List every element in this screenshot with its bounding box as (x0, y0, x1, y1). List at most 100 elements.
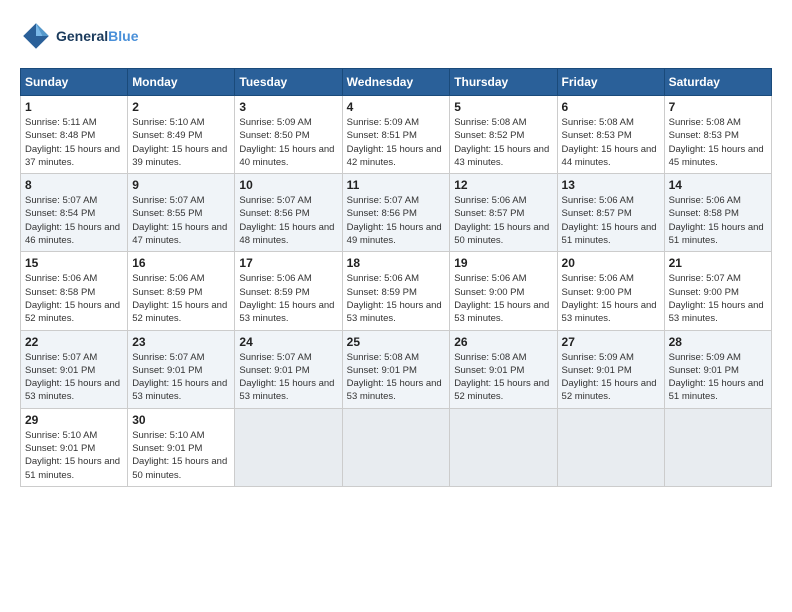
calendar-cell: 4 Sunrise: 5:09 AM Sunset: 8:51 PM Dayli… (342, 96, 450, 174)
calendar-week-row: 29 Sunrise: 5:10 AM Sunset: 9:01 PM Dayl… (21, 408, 772, 486)
calendar-cell: 24 Sunrise: 5:07 AM Sunset: 9:01 PM Dayl… (235, 330, 342, 408)
weekday-header-sunday: Sunday (21, 69, 128, 96)
day-info: Sunrise: 5:09 AM Sunset: 8:51 PM Dayligh… (347, 116, 446, 169)
day-number: 6 (562, 100, 660, 114)
day-info: Sunrise: 5:07 AM Sunset: 9:00 PM Dayligh… (669, 272, 767, 325)
day-info: Sunrise: 5:06 AM Sunset: 8:57 PM Dayligh… (562, 194, 660, 247)
day-info: Sunrise: 5:10 AM Sunset: 8:49 PM Dayligh… (132, 116, 230, 169)
calendar-cell: 10 Sunrise: 5:07 AM Sunset: 8:56 PM Dayl… (235, 174, 342, 252)
day-info: Sunrise: 5:07 AM Sunset: 9:01 PM Dayligh… (132, 351, 230, 404)
calendar-cell: 22 Sunrise: 5:07 AM Sunset: 9:01 PM Dayl… (21, 330, 128, 408)
day-number: 11 (347, 178, 446, 192)
day-info: Sunrise: 5:07 AM Sunset: 9:01 PM Dayligh… (239, 351, 337, 404)
day-info: Sunrise: 5:07 AM Sunset: 8:56 PM Dayligh… (239, 194, 337, 247)
weekday-header-saturday: Saturday (664, 69, 771, 96)
calendar-cell: 16 Sunrise: 5:06 AM Sunset: 8:59 PM Dayl… (128, 252, 235, 330)
weekday-header-tuesday: Tuesday (235, 69, 342, 96)
day-number: 30 (132, 413, 230, 427)
day-number: 13 (562, 178, 660, 192)
day-info: Sunrise: 5:09 AM Sunset: 9:01 PM Dayligh… (669, 351, 767, 404)
calendar-week-row: 8 Sunrise: 5:07 AM Sunset: 8:54 PM Dayli… (21, 174, 772, 252)
calendar-cell: 20 Sunrise: 5:06 AM Sunset: 9:00 PM Dayl… (557, 252, 664, 330)
calendar-cell: 28 Sunrise: 5:09 AM Sunset: 9:01 PM Dayl… (664, 330, 771, 408)
day-info: Sunrise: 5:08 AM Sunset: 8:52 PM Dayligh… (454, 116, 552, 169)
calendar-cell: 25 Sunrise: 5:08 AM Sunset: 9:01 PM Dayl… (342, 330, 450, 408)
calendar-cell: 27 Sunrise: 5:09 AM Sunset: 9:01 PM Dayl… (557, 330, 664, 408)
calendar-week-row: 1 Sunrise: 5:11 AM Sunset: 8:48 PM Dayli… (21, 96, 772, 174)
calendar-cell (342, 408, 450, 486)
calendar-cell: 3 Sunrise: 5:09 AM Sunset: 8:50 PM Dayli… (235, 96, 342, 174)
day-number: 19 (454, 256, 552, 270)
calendar-cell (450, 408, 557, 486)
calendar-cell (664, 408, 771, 486)
calendar-cell: 30 Sunrise: 5:10 AM Sunset: 9:01 PM Dayl… (128, 408, 235, 486)
day-number: 24 (239, 335, 337, 349)
day-info: Sunrise: 5:06 AM Sunset: 9:00 PM Dayligh… (562, 272, 660, 325)
page-header: GeneralBlue (20, 20, 772, 52)
day-info: Sunrise: 5:10 AM Sunset: 9:01 PM Dayligh… (25, 429, 123, 482)
calendar-cell: 13 Sunrise: 5:06 AM Sunset: 8:57 PM Dayl… (557, 174, 664, 252)
day-number: 12 (454, 178, 552, 192)
day-number: 27 (562, 335, 660, 349)
calendar-cell: 29 Sunrise: 5:10 AM Sunset: 9:01 PM Dayl… (21, 408, 128, 486)
day-info: Sunrise: 5:07 AM Sunset: 8:54 PM Dayligh… (25, 194, 123, 247)
day-info: Sunrise: 5:09 AM Sunset: 9:01 PM Dayligh… (562, 351, 660, 404)
day-info: Sunrise: 5:11 AM Sunset: 8:48 PM Dayligh… (25, 116, 123, 169)
day-number: 25 (347, 335, 446, 349)
day-number: 9 (132, 178, 230, 192)
day-info: Sunrise: 5:07 AM Sunset: 9:01 PM Dayligh… (25, 351, 123, 404)
calendar-table: SundayMondayTuesdayWednesdayThursdayFrid… (20, 68, 772, 487)
calendar-cell: 17 Sunrise: 5:06 AM Sunset: 8:59 PM Dayl… (235, 252, 342, 330)
day-number: 17 (239, 256, 337, 270)
day-number: 28 (669, 335, 767, 349)
day-number: 29 (25, 413, 123, 427)
calendar-cell: 18 Sunrise: 5:06 AM Sunset: 8:59 PM Dayl… (342, 252, 450, 330)
day-info: Sunrise: 5:06 AM Sunset: 8:58 PM Dayligh… (25, 272, 123, 325)
logo-text: GeneralBlue (56, 28, 138, 45)
day-info: Sunrise: 5:08 AM Sunset: 8:53 PM Dayligh… (562, 116, 660, 169)
logo: GeneralBlue (20, 20, 138, 52)
calendar-header-row: SundayMondayTuesdayWednesdayThursdayFrid… (21, 69, 772, 96)
day-number: 8 (25, 178, 123, 192)
calendar-cell: 8 Sunrise: 5:07 AM Sunset: 8:54 PM Dayli… (21, 174, 128, 252)
day-info: Sunrise: 5:10 AM Sunset: 9:01 PM Dayligh… (132, 429, 230, 482)
day-info: Sunrise: 5:09 AM Sunset: 8:50 PM Dayligh… (239, 116, 337, 169)
day-number: 23 (132, 335, 230, 349)
calendar-cell: 7 Sunrise: 5:08 AM Sunset: 8:53 PM Dayli… (664, 96, 771, 174)
weekday-header-wednesday: Wednesday (342, 69, 450, 96)
calendar-cell: 26 Sunrise: 5:08 AM Sunset: 9:01 PM Dayl… (450, 330, 557, 408)
day-number: 16 (132, 256, 230, 270)
day-number: 18 (347, 256, 446, 270)
day-info: Sunrise: 5:08 AM Sunset: 9:01 PM Dayligh… (347, 351, 446, 404)
logo-icon (20, 20, 52, 52)
day-info: Sunrise: 5:06 AM Sunset: 8:59 PM Dayligh… (347, 272, 446, 325)
calendar-cell: 23 Sunrise: 5:07 AM Sunset: 9:01 PM Dayl… (128, 330, 235, 408)
day-info: Sunrise: 5:06 AM Sunset: 8:57 PM Dayligh… (454, 194, 552, 247)
day-info: Sunrise: 5:06 AM Sunset: 8:59 PM Dayligh… (239, 272, 337, 325)
day-number: 22 (25, 335, 123, 349)
day-number: 15 (25, 256, 123, 270)
day-info: Sunrise: 5:06 AM Sunset: 8:59 PM Dayligh… (132, 272, 230, 325)
weekday-header-thursday: Thursday (450, 69, 557, 96)
day-number: 14 (669, 178, 767, 192)
day-number: 26 (454, 335, 552, 349)
calendar-week-row: 22 Sunrise: 5:07 AM Sunset: 9:01 PM Dayl… (21, 330, 772, 408)
calendar-cell: 2 Sunrise: 5:10 AM Sunset: 8:49 PM Dayli… (128, 96, 235, 174)
weekday-header-monday: Monday (128, 69, 235, 96)
day-number: 20 (562, 256, 660, 270)
calendar-week-row: 15 Sunrise: 5:06 AM Sunset: 8:58 PM Dayl… (21, 252, 772, 330)
calendar-cell: 14 Sunrise: 5:06 AM Sunset: 8:58 PM Dayl… (664, 174, 771, 252)
day-number: 5 (454, 100, 552, 114)
day-info: Sunrise: 5:07 AM Sunset: 8:55 PM Dayligh… (132, 194, 230, 247)
day-number: 1 (25, 100, 123, 114)
calendar-cell: 6 Sunrise: 5:08 AM Sunset: 8:53 PM Dayli… (557, 96, 664, 174)
calendar-cell: 12 Sunrise: 5:06 AM Sunset: 8:57 PM Dayl… (450, 174, 557, 252)
weekday-header-friday: Friday (557, 69, 664, 96)
calendar-cell (235, 408, 342, 486)
calendar-cell: 21 Sunrise: 5:07 AM Sunset: 9:00 PM Dayl… (664, 252, 771, 330)
day-info: Sunrise: 5:07 AM Sunset: 8:56 PM Dayligh… (347, 194, 446, 247)
day-number: 7 (669, 100, 767, 114)
calendar-cell: 1 Sunrise: 5:11 AM Sunset: 8:48 PM Dayli… (21, 96, 128, 174)
day-info: Sunrise: 5:08 AM Sunset: 8:53 PM Dayligh… (669, 116, 767, 169)
day-info: Sunrise: 5:06 AM Sunset: 8:58 PM Dayligh… (669, 194, 767, 247)
